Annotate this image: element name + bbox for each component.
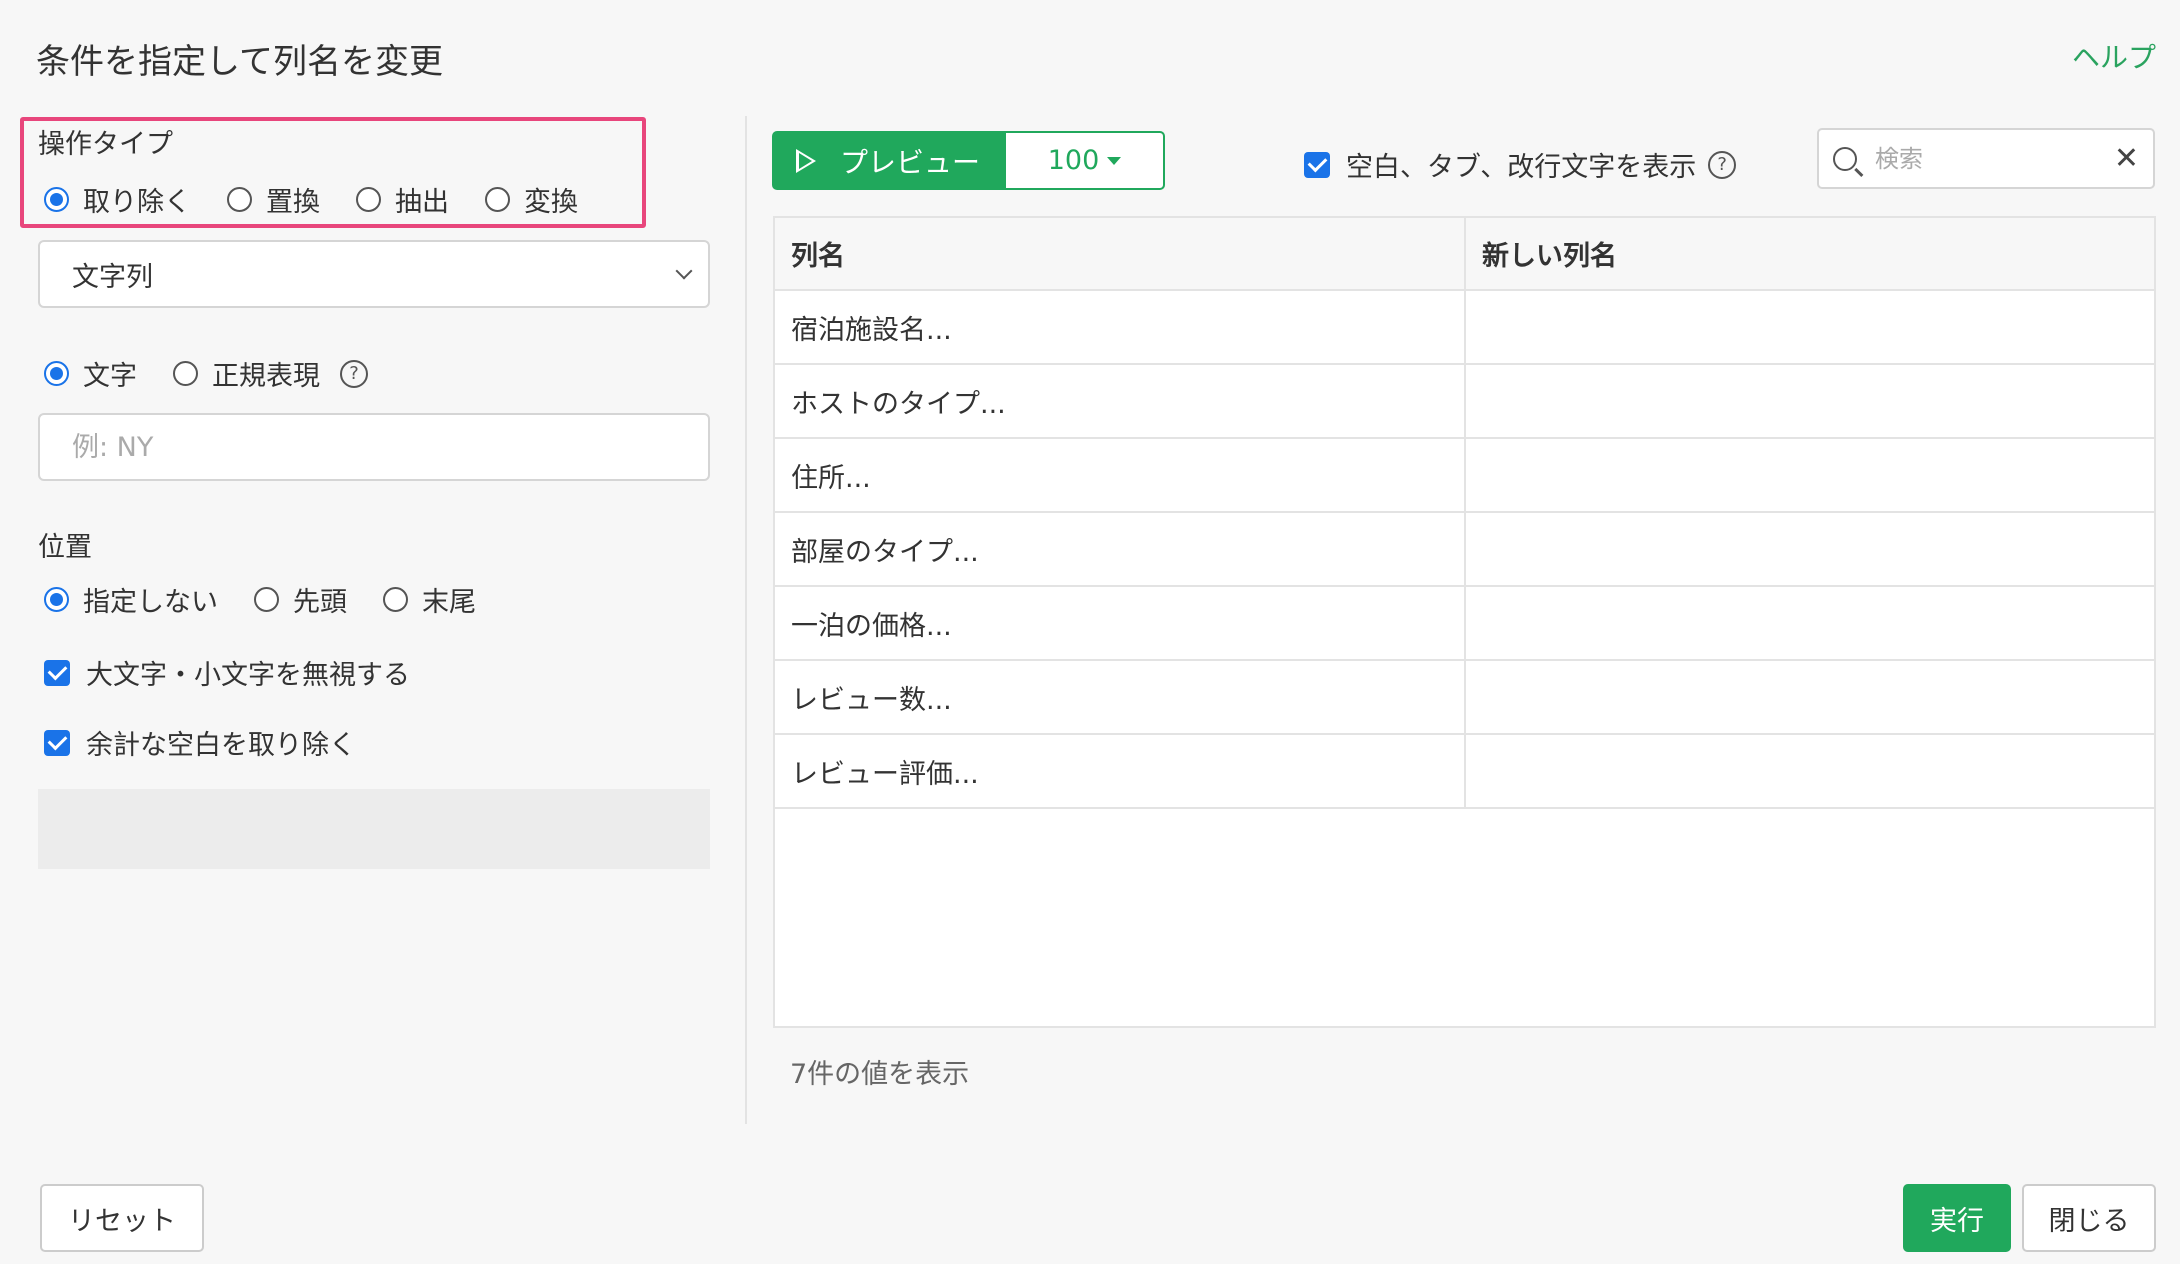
operation-type-radio-group: 取り除く 置換 抽出 変換 [44, 180, 614, 219]
reset-button[interactable]: リセット [40, 1184, 204, 1252]
search-input[interactable] [1875, 144, 2106, 173]
radio-dot[interactable] [356, 187, 381, 212]
checkbox-box[interactable] [1304, 151, 1330, 178]
table-cell [1465, 364, 2154, 439]
checkbox-label: 余計な空白を取り除く [86, 730, 356, 761]
radio-dot[interactable] [254, 587, 279, 612]
position-radio-group: 指定しない 先頭 末尾 [44, 580, 512, 619]
radio-position-none[interactable]: 指定しない [44, 580, 218, 619]
table-row: 一泊の価格... [775, 586, 2154, 661]
radio-dot[interactable] [383, 587, 408, 612]
radio-dot[interactable] [485, 187, 510, 212]
caret-down-icon [1107, 156, 1122, 165]
table-cell [1465, 438, 2154, 513]
match-mode-radio-group: 文字 正規表現 ? [44, 354, 368, 393]
target-select-value: 文字列 [72, 261, 153, 293]
table-cell: レビュー評価... [775, 734, 1466, 809]
checkbox-label: 空白、タブ、改行文字を表示 [1346, 152, 1697, 183]
radio-label: 取り除く [83, 187, 191, 218]
close-button[interactable]: 閉じる [2022, 1184, 2156, 1252]
column-preview-table: 列名 新しい列名 宿泊施設名... ホストのタイプ... 住所... 部屋のタイ… [773, 216, 2156, 1028]
empty-panel [38, 789, 710, 869]
radio-label: 文字 [83, 361, 137, 392]
table-cell: 一泊の価格... [775, 586, 1466, 661]
radio-label: 置換 [266, 187, 320, 218]
radio-regex[interactable]: 正規表現 [173, 354, 320, 393]
radio-position-end[interactable]: 末尾 [383, 580, 476, 619]
table-cell [1465, 586, 2154, 661]
radio-position-start[interactable]: 先頭 [254, 580, 347, 619]
radio-dot[interactable] [173, 361, 198, 386]
panel-divider [745, 116, 747, 1124]
show-whitespace-checkbox[interactable]: 空白、タブ、改行文字を表示 ? [1304, 145, 1737, 184]
table-row: ホストのタイプ... [775, 364, 2154, 439]
pattern-input[interactable] [38, 413, 710, 481]
radio-label: 変換 [524, 187, 578, 218]
run-button[interactable]: 実行 [1903, 1184, 2011, 1252]
table-cell: 住所... [775, 438, 1466, 513]
help-circle-icon[interactable]: ? [1708, 150, 1737, 179]
table-cell: レビュー数... [775, 660, 1466, 735]
dialog-title: 条件を指定して列名を変更 [36, 42, 443, 82]
preview-button-label: プレビュー [840, 145, 981, 179]
search-icon [1833, 146, 1857, 171]
value-count-text: 7件の値を表示 [790, 1059, 970, 1090]
target-select[interactable]: 文字列 [38, 240, 710, 308]
radio-text[interactable]: 文字 [44, 354, 137, 393]
checkbox-box[interactable] [44, 659, 70, 686]
search-box: ✕ [1817, 128, 2155, 189]
radio-extract[interactable]: 抽出 [356, 180, 449, 219]
table-cell: 宿泊施設名... [775, 290, 1466, 365]
table-row: レビュー評価... [775, 734, 2154, 809]
table-row: 住所... [775, 438, 2154, 513]
radio-label: 末尾 [422, 587, 476, 618]
trim-spaces-checkbox[interactable]: 余計な空白を取り除く [44, 723, 356, 762]
radio-label: 正規表現 [212, 361, 320, 392]
table-cell [1465, 512, 2154, 587]
chevron-down-icon [675, 262, 693, 280]
play-icon [796, 148, 816, 173]
help-circle-icon[interactable]: ? [340, 359, 368, 388]
table-row: 宿泊施設名... [775, 290, 2154, 365]
table-header-row: 列名 新しい列名 [775, 218, 2154, 291]
header-new-column-name: 新しい列名 [1465, 218, 2154, 291]
checkbox-label: 大文字・小文字を無視する [86, 660, 410, 691]
radio-dot[interactable] [44, 361, 69, 386]
row-count-value: 100 [1047, 145, 1100, 176]
radio-replace[interactable]: 置換 [227, 180, 320, 219]
table-cell: 部屋のタイプ... [775, 512, 1466, 587]
radio-dot[interactable] [44, 187, 69, 212]
position-label: 位置 [38, 532, 92, 563]
radio-dot[interactable] [227, 187, 252, 212]
table-cell [1465, 290, 2154, 365]
radio-label: 指定しない [83, 587, 218, 618]
table-cell: ホストのタイプ... [775, 364, 1466, 439]
ignore-case-checkbox[interactable]: 大文字・小文字を無視する [44, 653, 410, 692]
table-cell [1465, 660, 2154, 735]
checkbox-box[interactable] [44, 729, 70, 756]
radio-dot[interactable] [44, 587, 69, 612]
table-cell [1465, 734, 2154, 809]
row-count-dropdown[interactable]: 100 [1004, 131, 1165, 190]
table-row: レビュー数... [775, 660, 2154, 735]
radio-remove[interactable]: 取り除く [44, 180, 191, 219]
preview-button[interactable]: プレビュー [772, 131, 1004, 190]
radio-convert[interactable]: 変換 [485, 180, 578, 219]
header-column-name: 列名 [775, 218, 1466, 291]
clear-icon[interactable]: ✕ [2114, 141, 2139, 176]
radio-label: 抽出 [395, 187, 449, 218]
radio-label: 先頭 [293, 587, 347, 618]
help-link[interactable]: ヘルプ [2072, 36, 2156, 76]
table-row: 部屋のタイプ... [775, 512, 2154, 587]
operation-type-label: 操作タイプ [38, 129, 173, 160]
